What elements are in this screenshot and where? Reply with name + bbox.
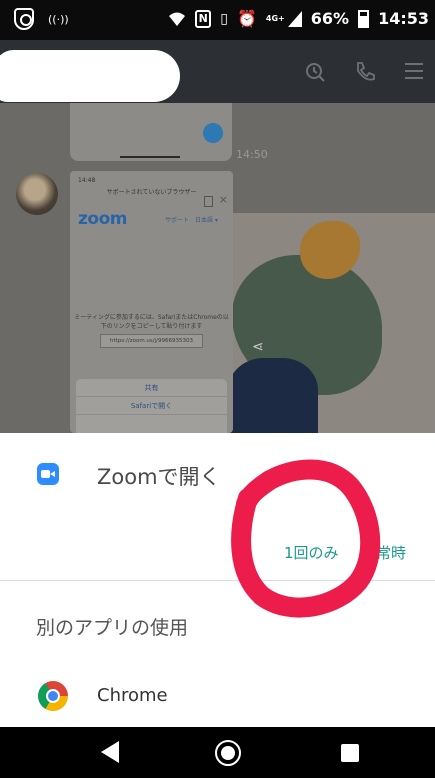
radio-waves-icon: ((·)) — [48, 12, 69, 26]
just-once-button[interactable]: 1回のみ — [278, 538, 345, 567]
screenshot-nav: サポート 日本語 ▾ — [165, 217, 218, 224]
photo-child — [228, 358, 318, 433]
vibrate-icon: ▯ — [220, 10, 228, 27]
nfc-icon: N — [195, 9, 212, 28]
clock: 14:53 — [378, 9, 429, 28]
chrome-app-row[interactable]: Chrome — [0, 673, 435, 725]
redacted-chat-title — [0, 50, 180, 102]
chrome-icon — [38, 681, 68, 711]
wifi-icon — [169, 12, 186, 26]
screenshot-message[interactable]: 14:48 サポートされていないブラウザー × zoom サポート 日本語 ▾ … — [70, 171, 233, 433]
message-timestamp: 14:50 — [236, 148, 268, 161]
open-with-zoom-row[interactable]: Zoomで開く — [0, 433, 435, 513]
screenshot-share-sheet: 共有 Safariで開く — [76, 379, 227, 433]
screenshot-sheet-item: 共有 — [76, 379, 227, 397]
zoom-app-icon — [37, 463, 59, 485]
search-icon[interactable] — [304, 61, 326, 83]
divider — [0, 580, 435, 581]
chat-header — [0, 40, 435, 103]
chrome-label: Chrome — [97, 685, 168, 706]
screenshot-url: https://zoom.us/j/9966935303 — [100, 334, 203, 348]
shield-icon — [14, 8, 34, 30]
home-icon[interactable] — [215, 740, 241, 766]
screenshot-title: サポートされていないブラウザー — [106, 189, 197, 196]
home-indicator — [120, 156, 180, 158]
battery-percent: 66% — [310, 9, 350, 28]
message-action-icon[interactable] — [203, 123, 223, 143]
open-with-sheet: Zoomで開く 1回のみ 常時 別のアプリの使用 Chrome — [0, 433, 435, 727]
recents-icon[interactable] — [341, 744, 359, 762]
use-other-app-heading: 別のアプリの使用 — [36, 617, 189, 639]
phone-icon[interactable] — [354, 61, 376, 83]
signal-icon — [287, 10, 302, 27]
open-with-zoom-label: Zoomで開く — [97, 465, 221, 489]
back-icon[interactable] — [101, 741, 119, 763]
always-button[interactable]: 常時 — [370, 538, 412, 567]
alarm-icon: ⏰ — [237, 9, 257, 28]
status-bar: ((·)) N ▯ ⏰ 4G+ 66% 14:53 — [0, 0, 435, 40]
avatar[interactable] — [16, 173, 58, 215]
network-type: 4G+ — [265, 14, 285, 23]
battery-icon — [358, 9, 370, 28]
screenshot-message-text: ミーティングに参加するには、SafariまたはChromeの以下のリンクをコピー… — [74, 314, 229, 330]
menu-icon[interactable] — [404, 61, 424, 81]
screenshot-close-icon: × — [218, 193, 228, 206]
system-nav-bar — [0, 727, 435, 778]
previous-message-card — [70, 103, 232, 161]
zoom-logo: zoom — [78, 209, 127, 229]
chat-area: ⋖ 14:50 14:48 サポートされていないブラウザー × zoom サポー… — [0, 103, 435, 433]
share-icon[interactable]: ⋖ — [252, 339, 264, 355]
screenshot-sheet-item: Safariで開く — [76, 397, 227, 415]
screenshot-status-time: 14:48 — [78, 177, 96, 184]
screenshot-share-icon — [204, 196, 213, 207]
